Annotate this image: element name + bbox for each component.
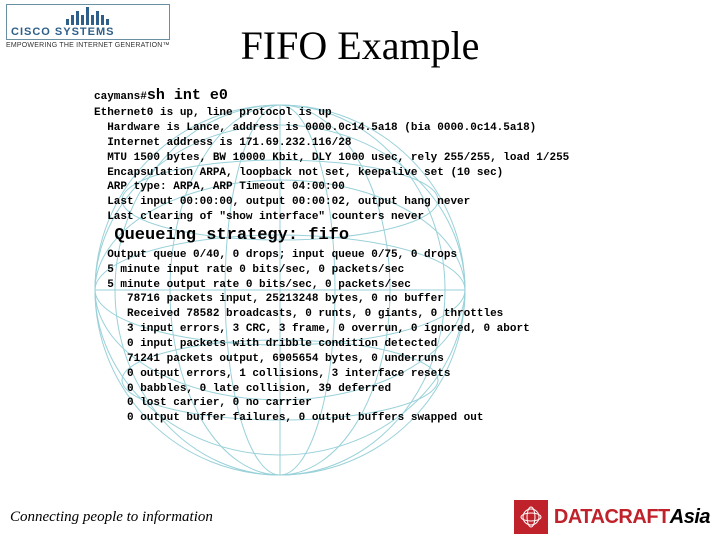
- term-line: 0 babbles, 0 late collision, 39 deferred: [94, 383, 391, 395]
- datacraft-logo: DATACRAFTAsia: [514, 500, 710, 534]
- datacraft-brand: DATACRAFT: [554, 506, 670, 528]
- term-line: 5 minute input rate 0 bits/sec, 0 packet…: [94, 264, 404, 276]
- queue-strategy-line: Queueing strategy: fifo: [94, 226, 349, 245]
- slide-title: FIFO Example: [0, 22, 720, 69]
- prompt: caymans#: [94, 91, 147, 103]
- term-line: Output queue 0/40, 0 drops; input queue …: [94, 249, 457, 261]
- terminal-output: caymans#sh int e0 Ethernet0 is up, line …: [94, 86, 654, 426]
- term-line: Ethernet0 is up, line protocol is up: [94, 107, 332, 119]
- term-line: Encapsulation ARPA, loopback not set, ke…: [94, 167, 503, 179]
- term-line: Hardware is Lance, address is 0000.0c14.…: [94, 122, 536, 134]
- term-line: Last input 00:00:00, output 00:00:02, ou…: [94, 196, 470, 208]
- term-line: Last clearing of "show interface" counte…: [94, 211, 424, 223]
- datacraft-icon: [514, 500, 548, 534]
- term-line: Internet address is 171.69.232.116/28: [94, 137, 351, 149]
- term-line: 0 output errors, 1 collisions, 3 interfa…: [94, 368, 450, 380]
- term-line: 5 minute output rate 0 bits/sec, 0 packe…: [94, 279, 411, 291]
- term-line: Received 78582 broadcasts, 0 runts, 0 gi…: [94, 308, 503, 320]
- term-line: 0 input packets with dribble condition d…: [94, 338, 437, 350]
- term-line: 0 lost carrier, 0 no carrier: [94, 397, 312, 409]
- command: sh int e0: [147, 87, 228, 104]
- term-line: MTU 1500 bytes, BW 10000 Kbit, DLY 1000 …: [94, 152, 569, 164]
- footer-tagline: Connecting people to information: [10, 509, 213, 526]
- term-line: 3 input errors, 3 CRC, 3 frame, 0 overru…: [94, 323, 530, 335]
- term-line: 78716 packets input, 25213248 bytes, 0 n…: [94, 293, 444, 305]
- term-line: 0 output buffer failures, 0 output buffe…: [94, 412, 483, 424]
- term-line: ARP type: ARPA, ARP Timeout 04:00:00: [94, 181, 345, 193]
- term-line: 71241 packets output, 6905654 bytes, 0 u…: [94, 353, 444, 365]
- datacraft-suffix: Asia: [670, 506, 710, 528]
